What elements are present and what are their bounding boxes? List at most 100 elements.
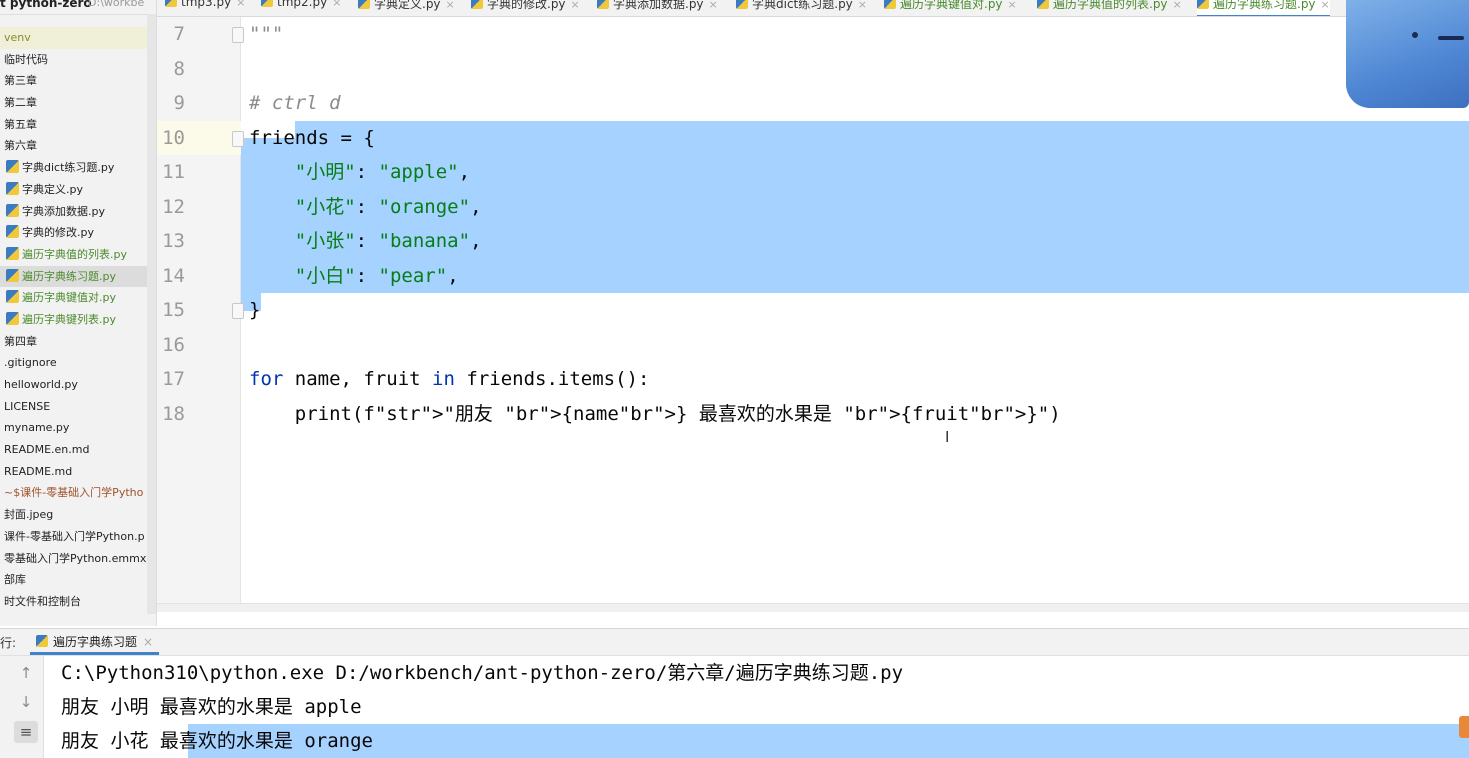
- editor-tab[interactable]: 字典的修改.py ×: [471, 0, 580, 15]
- code-line: 17 for name, fruit in friends.items():: [0, 362, 1469, 397]
- editor-tab[interactable]: 遍历字典键值对.py ×: [884, 0, 1017, 15]
- python-file-icon: [165, 0, 177, 7]
- editor-tab[interactable]: 遍历字典练习题.py ×: [1197, 0, 1330, 16]
- tree-item[interactable]: ~$课件-零基础入门学Pytho: [0, 482, 156, 504]
- python-file-icon: [1197, 0, 1209, 9]
- tree-item-label: 课件-零基础入门学Python.p: [4, 529, 145, 543]
- python-file-icon: [597, 0, 609, 9]
- editor-tab[interactable]: 遍历字典值的列表.py ×: [1037, 0, 1182, 15]
- mouse-ibeam-cursor: I: [945, 428, 950, 446]
- python-file-icon: [36, 635, 48, 647]
- editor-tab-bar: tmp3.py × tmp2.py × 字典定义.py × 字典的修改.py × 字典添加数据.…: [157, 0, 1469, 17]
- editor-tab[interactable]: 字典dict练习题.py ×: [736, 0, 867, 15]
- run-label: 行:: [0, 636, 17, 650]
- project-title[interactable]: t python-zero: [0, 0, 92, 10]
- tree-item[interactable]: 部库: [0, 569, 156, 591]
- code-line: 15}: [0, 293, 1469, 328]
- code-line: 18 print(f"str">"朋友 "br">{name"br">} 最喜欢…: [0, 397, 1469, 432]
- run-tab[interactable]: 遍历字典练习题 ×: [30, 629, 160, 655]
- editor-tab-label: 字典的修改.py: [487, 0, 566, 11]
- run-panel-header: 行: 遍历字典练习题 ×: [0, 628, 1469, 656]
- close-icon[interactable]: ×: [1008, 0, 1017, 11]
- tree-item[interactable]: 课件-零基础入门学Python.p: [0, 526, 156, 548]
- code-line: 8: [0, 52, 1469, 87]
- line-number[interactable]: 12: [157, 190, 185, 225]
- fold-marker-icon[interactable]: [232, 27, 244, 43]
- console-line: 朋友 小明 最喜欢的水果是 apple: [61, 696, 362, 718]
- tree-item[interactable]: 封面.jpeg: [0, 504, 156, 526]
- python-file-icon: [884, 0, 896, 9]
- line-number[interactable]: 9: [157, 86, 185, 121]
- close-icon[interactable]: ×: [858, 0, 867, 11]
- line-number[interactable]: 13: [157, 224, 185, 259]
- editor-tab[interactable]: 字典定义.py ×: [358, 0, 455, 15]
- code-line: 9 # ctrl d: [0, 86, 1469, 121]
- run-tab-label: 遍历字典练习题: [53, 635, 138, 649]
- python-file-icon: [261, 0, 273, 7]
- line-number[interactable]: 16: [157, 328, 185, 363]
- arrow-down-icon[interactable]: ↓: [14, 691, 38, 713]
- arrow-up-icon[interactable]: ↑: [14, 662, 38, 684]
- tree-item-label: README.en.md: [4, 443, 90, 457]
- close-icon[interactable]: ×: [709, 0, 718, 11]
- code-text: print(f"str">"朋友 "br">{name"br">} 最喜欢的水果…: [249, 402, 1061, 425]
- editor-tab-label: 字典定义.py: [374, 0, 441, 11]
- close-icon[interactable]: ×: [571, 0, 580, 11]
- editor-tab-label: 字典添加数据.py: [613, 0, 704, 11]
- editor-tab[interactable]: 字典添加数据.py ×: [597, 0, 718, 15]
- close-icon[interactable]: ×: [1321, 0, 1330, 11]
- avatar: [1346, 0, 1469, 108]
- code-text: }: [249, 299, 261, 321]
- line-number[interactable]: 7: [157, 17, 185, 52]
- line-number[interactable]: 10: [157, 121, 185, 156]
- line-number[interactable]: 11: [157, 155, 185, 190]
- editor-tab[interactable]: tmp3.py ×: [165, 0, 245, 15]
- soft-wrap-icon[interactable]: ≡: [14, 721, 38, 743]
- python-file-icon: [1037, 0, 1049, 9]
- code-text: """: [249, 23, 284, 45]
- fold-marker-icon[interactable]: [232, 303, 244, 319]
- line-number[interactable]: 15: [157, 293, 185, 328]
- code-text: "小明": "apple",: [294, 161, 471, 183]
- code-text: "小白": "pear",: [294, 264, 459, 287]
- console-line: 朋友 小花 最喜欢的水果是 orange: [61, 730, 373, 752]
- code-line: 16: [0, 328, 1469, 363]
- project-path: D:\workbe: [88, 0, 145, 9]
- close-icon[interactable]: ×: [236, 0, 245, 9]
- line-number[interactable]: 18: [157, 397, 185, 432]
- close-icon[interactable]: ×: [1173, 0, 1182, 11]
- editor-tab-label: 遍历字典值的列表.py: [1053, 0, 1168, 11]
- console-line: C:\Python310\python.exe D:/workbench/ant…: [61, 662, 904, 684]
- code-text: "小花": "orange",: [294, 195, 482, 218]
- editor-tab[interactable]: tmp2.py ×: [261, 0, 341, 15]
- tree-item[interactable]: README.md: [0, 461, 156, 483]
- editor-tab-label: 遍历字典键值对.py: [900, 0, 1003, 11]
- python-file-icon: [471, 0, 483, 9]
- avatar-eye: [1412, 32, 1418, 38]
- run-toolbar: ↑ ↓ ≡: [0, 656, 44, 758]
- tree-item-label: 部库: [4, 573, 26, 587]
- tree-item-label: README.md: [4, 464, 73, 478]
- close-icon[interactable]: ×: [332, 0, 341, 9]
- close-icon[interactable]: ×: [446, 0, 455, 11]
- tree-item[interactable]: 零基础入门学Python.emmx: [0, 548, 156, 570]
- edge-indicator: [1459, 716, 1469, 738]
- python-file-icon: [358, 0, 370, 9]
- code-text: # ctrl d: [249, 92, 341, 114]
- code-line: 14 "小白": "pear",: [0, 259, 1469, 294]
- tree-item[interactable]: README.en.md: [0, 439, 156, 461]
- code-line: 7 """: [0, 17, 1469, 52]
- python-file-icon: [736, 0, 748, 9]
- editor-horizontal-scrollbar[interactable]: [157, 603, 1469, 612]
- fold-marker-icon[interactable]: [232, 130, 244, 147]
- tree-item[interactable]: 时文件和控制台: [0, 591, 156, 613]
- code-line: 11 "小明": "apple",: [0, 155, 1469, 190]
- line-number[interactable]: 14: [157, 259, 185, 294]
- close-icon[interactable]: ×: [143, 635, 153, 649]
- tree-item-label: 零基础入门学Python.emmx: [4, 551, 147, 565]
- line-number[interactable]: 8: [157, 52, 185, 87]
- editor-tab-label: 遍历字典练习题.py: [1213, 0, 1316, 11]
- line-number[interactable]: 17: [157, 362, 185, 397]
- tree-item-label: ~$课件-零基础入门学Pytho: [4, 486, 144, 500]
- editor-tab-label: 字典dict练习题.py: [752, 0, 853, 11]
